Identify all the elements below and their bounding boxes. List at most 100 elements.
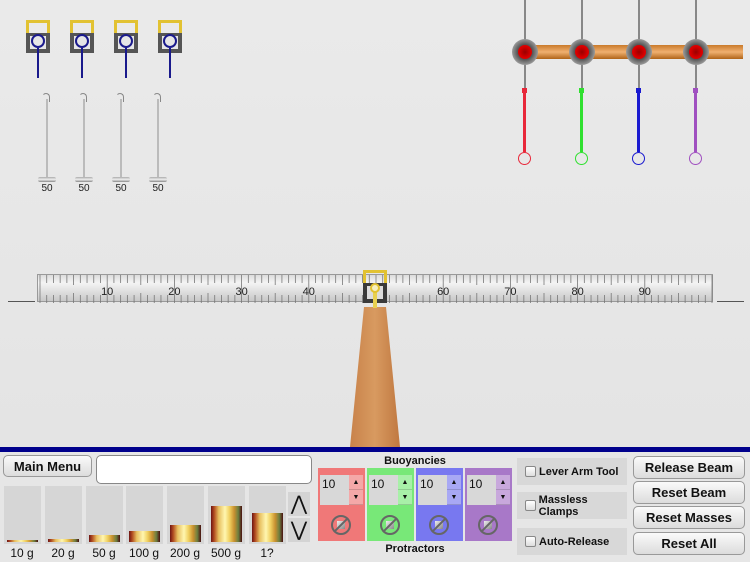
mass-label: 50 g	[92, 546, 116, 560]
ruler-label: 80	[571, 286, 583, 298]
mass-cylinder[interactable]	[211, 506, 242, 542]
mass-cylinder[interactable]	[252, 513, 283, 542]
ruler-label: 90	[639, 286, 651, 298]
auto-release-option[interactable]: Auto-Release	[517, 528, 627, 555]
mass-cylinder[interactable]	[7, 540, 38, 542]
pull-ring[interactable]	[632, 152, 645, 165]
option-label: Massless Clamps	[538, 493, 588, 518]
protractor-toggle-icon[interactable]	[331, 515, 351, 535]
mass-bin[interactable]	[126, 486, 163, 544]
protractor-toggle-icon[interactable]	[429, 515, 449, 535]
fulcrum-stand	[350, 307, 400, 447]
option-label: Auto-Release	[539, 535, 610, 548]
hanger-label: 50	[152, 183, 164, 194]
mass-cylinder[interactable]	[89, 535, 120, 542]
stepper-down-icon[interactable]: ▼	[447, 490, 461, 505]
hanger-weight-1[interactable]: 50	[36, 93, 58, 198]
mass-scroller: ⋀ ⋁	[288, 492, 310, 542]
pull-ring[interactable]	[518, 152, 531, 165]
reset-beam-button[interactable]: Reset Beam	[633, 481, 745, 504]
lever-arm-tool-checkbox[interactable]	[525, 466, 536, 477]
ruler-label: 60	[437, 286, 449, 298]
mass-label: 500 g	[210, 546, 242, 560]
hanger-label: 50	[41, 183, 53, 194]
stepper-up-icon[interactable]: ▲	[447, 475, 461, 490]
mass-bin[interactable]	[45, 486, 82, 544]
ruler-label: 30	[235, 286, 247, 298]
buoyancy-cell: 10 ▲ ▼	[318, 468, 365, 541]
protractor-toggle-icon[interactable]	[380, 515, 400, 535]
buoyancy-input[interactable]: 10	[369, 475, 398, 505]
mass-bin[interactable]	[167, 486, 204, 544]
pull-ring[interactable]	[575, 152, 588, 165]
protractors-title: Protractors	[385, 543, 445, 555]
buoyancy-stepper[interactable]: ▲ ▼	[496, 475, 510, 505]
buoyancies-title: Buoyancies	[384, 455, 446, 467]
pulley-green[interactable]	[569, 0, 637, 170]
buoyancy-input[interactable]: 10	[320, 475, 349, 505]
stepper-down-icon[interactable]: ▼	[349, 490, 363, 505]
protractor-toggle-icon[interactable]	[478, 515, 498, 535]
mass-bin[interactable]	[208, 486, 245, 544]
message-display	[96, 455, 312, 484]
mass-bin[interactable]	[4, 486, 41, 544]
pulley-purple[interactable]	[683, 0, 750, 170]
reset-masses-button[interactable]: Reset Masses	[633, 506, 745, 529]
control-panel: Main Menu 10 g 20 g 50 g 100 g 200 g 500 g 1? …	[0, 452, 750, 562]
hanger-label: 50	[78, 183, 90, 194]
mass-bin[interactable]	[249, 486, 286, 544]
force-line	[523, 88, 526, 152]
hanger-weight-2[interactable]: 50	[73, 93, 95, 198]
clamp-3[interactable]	[114, 20, 138, 80]
ruler-label: 20	[168, 286, 180, 298]
mass-label: 1?	[260, 546, 274, 560]
clamp-1[interactable]	[26, 20, 50, 80]
massless-clamps-checkbox[interactable]	[525, 500, 536, 511]
ruler-label: 10	[101, 286, 113, 298]
mass-label: 200 g	[169, 546, 201, 560]
mass-cylinder[interactable]	[170, 525, 201, 542]
force-line	[694, 88, 697, 152]
mass-label: 10 g	[10, 546, 34, 560]
force-line	[637, 88, 640, 152]
force-line	[580, 88, 583, 152]
hanger-weight-3[interactable]: 50	[110, 93, 132, 198]
buoyancy-stepper[interactable]: ▲ ▼	[349, 475, 363, 505]
pulley-blue[interactable]	[626, 0, 694, 170]
lever-arm-tool-option[interactable]: Lever Arm Tool	[517, 458, 627, 485]
buoyancy-cell: 10 ▲ ▼	[367, 468, 414, 541]
pull-ring[interactable]	[689, 152, 702, 165]
buoyancy-cell: 10 ▲ ▼	[416, 468, 463, 541]
scroll-up-button[interactable]: ⋀	[288, 492, 310, 516]
stepper-up-icon[interactable]: ▲	[398, 475, 412, 490]
scroll-down-button[interactable]: ⋁	[288, 518, 310, 542]
main-menu-button[interactable]: Main Menu	[3, 455, 92, 477]
buoyancy-cell: 10 ▲ ▼	[465, 468, 512, 541]
reset-all-button[interactable]: Reset All	[633, 532, 745, 555]
mass-cylinder[interactable]	[129, 531, 160, 542]
stepper-down-icon[interactable]: ▼	[398, 490, 412, 505]
massless-clamps-option[interactable]: Massless Clamps	[517, 492, 627, 519]
mass-label: 20 g	[51, 546, 75, 560]
stepper-up-icon[interactable]: ▲	[496, 475, 510, 490]
ruler-label: 70	[504, 286, 516, 298]
release-beam-button[interactable]: Release Beam	[633, 456, 745, 479]
buoyancy-input[interactable]: 10	[418, 475, 447, 505]
pulley-red[interactable]	[512, 0, 580, 170]
mass-label: 100 g	[128, 546, 160, 560]
stepper-down-icon[interactable]: ▼	[496, 490, 510, 505]
simulation-stage: 50 50 50 50 102030405060708090	[0, 0, 750, 447]
buoyancy-input[interactable]: 10	[467, 475, 496, 505]
buoyancy-stepper[interactable]: ▲ ▼	[398, 475, 412, 505]
stepper-up-icon[interactable]: ▲	[349, 475, 363, 490]
left-guide-line	[8, 301, 35, 302]
mass-cylinder[interactable]	[48, 539, 79, 542]
buoyancy-stepper[interactable]: ▲ ▼	[447, 475, 461, 505]
hanger-weight-4[interactable]: 50	[147, 93, 169, 198]
clamp-2[interactable]	[70, 20, 94, 80]
auto-release-checkbox[interactable]	[525, 536, 536, 547]
mass-bin[interactable]	[86, 486, 123, 544]
clamp-4[interactable]	[158, 20, 182, 80]
option-label: Lever Arm Tool	[539, 465, 619, 478]
pivot-clamp	[363, 270, 387, 308]
